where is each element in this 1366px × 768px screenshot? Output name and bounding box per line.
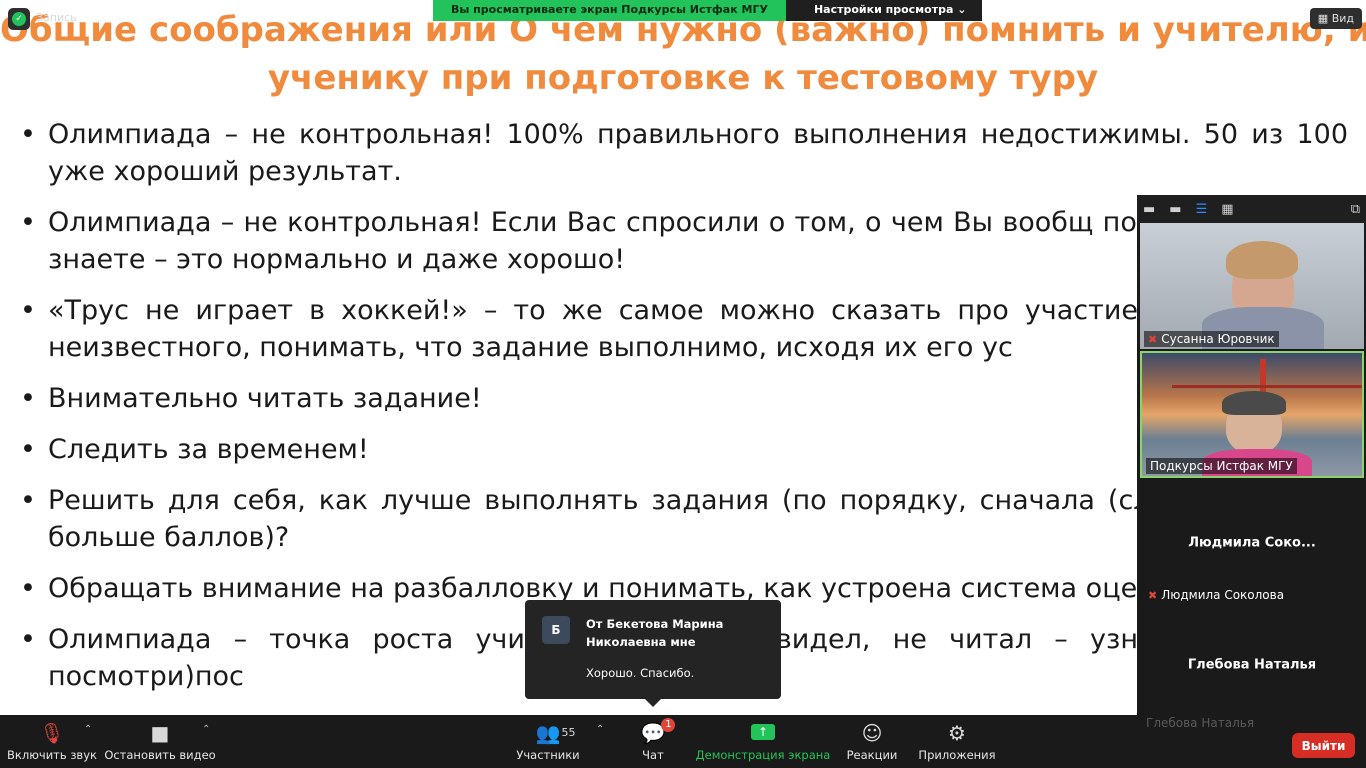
participant-name: Сусанна Юровчик <box>1161 332 1275 346</box>
participants-button[interactable]: 👥 55 Участники <box>516 715 580 768</box>
participant-display-name: Глебова Наталья <box>1187 657 1317 673</box>
bridge-background <box>1172 385 1362 388</box>
view-settings-button[interactable]: Настройки просмотра ⌄ <box>785 0 983 21</box>
participant-name: Подкурсы Истфак МГУ <box>1150 459 1293 473</box>
audio-options-caret[interactable]: ⌃ <box>84 724 92 735</box>
viewing-screen-text: Вы просматриваете экран Подкурсы Истфак … <box>433 0 786 21</box>
chat-notification[interactable]: Б От Бекетова Марина Николаевна мне Хоро… <box>525 600 781 707</box>
mic-muted-icon: ✖ <box>1148 332 1158 346</box>
participant-name: Людмила Соколова <box>1161 588 1285 602</box>
participant-tile-active[interactable]: Подкурсы Истфак МГУ <box>1140 351 1364 478</box>
stop-video-label: Остановить видео <box>104 748 216 762</box>
zoom-screen-share-view: Общие соображения или О чем нужно (важно… <box>0 0 1366 768</box>
participants-label: Участники <box>516 748 580 762</box>
participant-hair <box>1226 241 1298 279</box>
video-camera-icon: ■ <box>150 721 170 745</box>
chat-sender: От Бекетова Марина Николаевна мне <box>586 617 724 649</box>
slide-title-line-2: ученику при подготовке к тестовому туру <box>267 58 1099 98</box>
exit-panel-icon[interactable]: ⧉ <box>1351 202 1360 217</box>
chat-message: Хорошо. Спасибо. <box>586 666 695 680</box>
minimize-icon[interactable]: ▬ <box>1143 202 1155 217</box>
slide-bullet: Олимпиада – не контрольная! 100% правиль… <box>18 116 1348 190</box>
leave-meeting-button[interactable]: Выйти <box>1292 733 1355 758</box>
video-panel-toolbar: ▬ ▬ ☰ ▦ ⧉ <box>1137 195 1366 223</box>
video-options-caret[interactable]: ⌃ <box>202 724 210 735</box>
view-button-label: Вид <box>1331 12 1354 25</box>
reactions-button[interactable]: ☺ Реакции <box>846 715 898 768</box>
hide-video-icon[interactable]: ▬ <box>1169 202 1181 217</box>
participants-icon: 👥 55 <box>535 721 576 745</box>
security-shield-icon[interactable]: ✓ <box>8 8 30 30</box>
apps-icon: ⚙ <box>948 721 966 745</box>
unmute-label: Включить звук <box>7 748 97 762</box>
participant-display-name: Людмила Соко... <box>1188 535 1316 551</box>
smile-icon: ☺ <box>861 721 883 745</box>
participants-options-caret[interactable]: ⌃ <box>596 724 604 735</box>
apps-label: Приложения <box>918 748 996 762</box>
participant-name-label: ✖ Людмила Соколова <box>1144 587 1288 603</box>
share-screen-button[interactable]: ↑ Демонстрация экрана <box>696 715 830 768</box>
mic-off-icon: 🎙 <box>39 721 65 745</box>
mic-muted-icon: ✖ <box>1148 588 1158 602</box>
recording-label: Запись <box>36 11 77 24</box>
video-panel: ▬ ▬ ☰ ▦ ⧉ ✖ Сусанна Юровчик Подкурсы Ист… <box>1137 195 1366 735</box>
unmute-button[interactable]: 🎙 Включить звук <box>7 715 97 768</box>
apps-button[interactable]: ⚙ Приложения <box>918 715 996 768</box>
participant-name-label: Подкурсы Истфак МГУ <box>1146 458 1297 474</box>
share-screen-label: Демонстрация экрана <box>695 748 831 762</box>
share-screen-icon: ↑ <box>751 724 775 740</box>
gallery-view-icon[interactable]: ▦ <box>1221 202 1233 217</box>
reactions-label: Реакции <box>846 748 898 762</box>
participant-name-faded: Глебова Наталья <box>1146 716 1255 730</box>
participant-name-label: ✖ Сусанна Юровчик <box>1144 331 1279 347</box>
side-by-side-view-icon[interactable]: ☰ <box>1196 202 1208 217</box>
participants-count: 55 <box>561 726 576 739</box>
screen-share-banner: Вы просматриваете экран Подкурсы Истфак … <box>433 0 983 21</box>
chat-unread-badge: 1 <box>661 718 676 732</box>
chat-button[interactable]: 💬 1 Чат <box>636 715 676 768</box>
sender-avatar: Б <box>542 616 570 644</box>
participant-tile[interactable]: ✖ Сусанна Юровчик <box>1140 223 1364 349</box>
participant-tile[interactable]: Людмила Соко... ✖ Людмила Соколова <box>1140 481 1364 605</box>
chat-label: Чат <box>642 748 664 762</box>
view-button[interactable]: ▦ Вид <box>1309 8 1362 29</box>
participant-hair <box>1222 391 1286 415</box>
stop-video-button[interactable]: ■ Остановить видео <box>104 715 215 768</box>
chat-icon: 💬 1 <box>641 718 676 744</box>
